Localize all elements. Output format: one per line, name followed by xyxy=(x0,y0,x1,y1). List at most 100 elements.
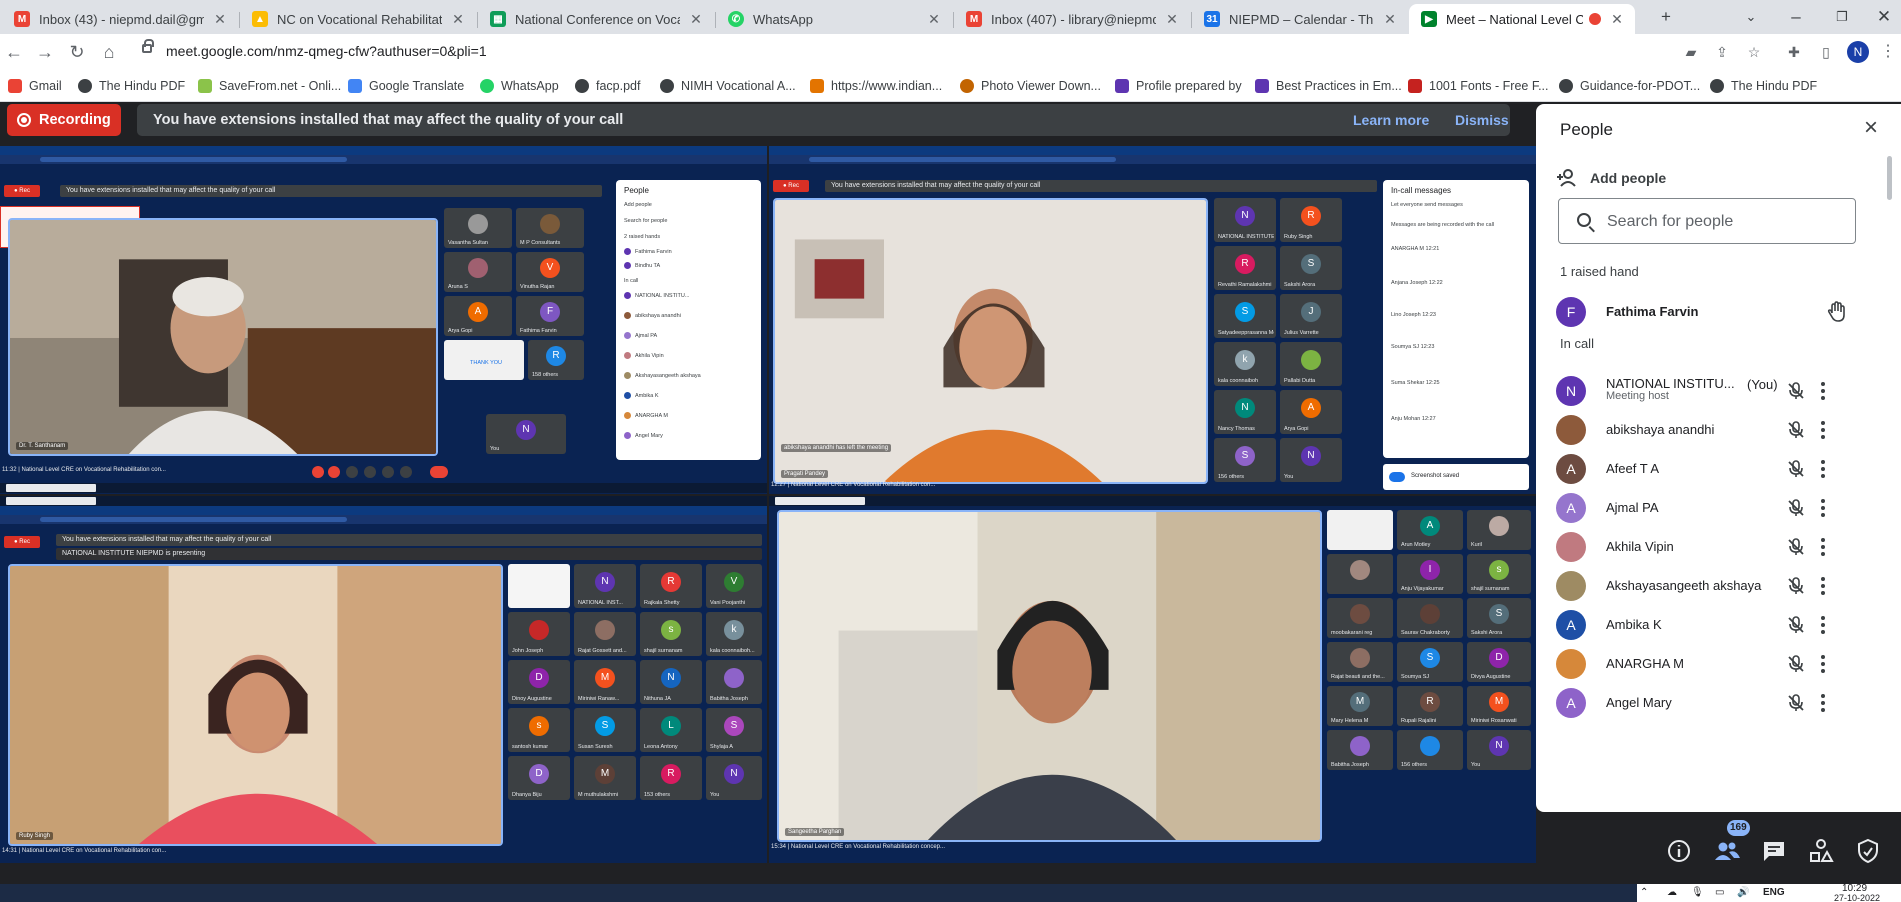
chat-icon[interactable] xyxy=(1759,836,1789,866)
side-panel-icon[interactable]: ▯ xyxy=(1816,42,1836,62)
minimize-button[interactable]: – xyxy=(1782,5,1810,29)
presentation-stage[interactable]: ● Rec You have extensions installed that… xyxy=(0,146,1536,863)
monitor-icon[interactable]: ▭ xyxy=(1715,887,1724,898)
participant-tile: Vasantha Sultan xyxy=(444,208,512,248)
speaker-icon[interactable]: 🔊 xyxy=(1737,887,1749,898)
bookmark-profile-prepared[interactable]: Profile prepared by xyxy=(1115,77,1242,95)
participant-tile: SSatyadeepprasanna Moh... xyxy=(1214,294,1276,338)
mic-off-icon[interactable] xyxy=(1786,615,1806,635)
mic-off-icon[interactable] xyxy=(1786,654,1806,674)
forward-button[interactable]: → xyxy=(31,38,59,66)
more-options-icon[interactable] xyxy=(1817,419,1829,441)
panel-scrollbar[interactable] xyxy=(1887,156,1892,200)
search-people-input[interactable] xyxy=(1607,210,1847,234)
bookmark-savefrom[interactable]: SaveFrom.net - Onli... xyxy=(198,77,341,95)
tab-gmail-inbox-407[interactable]: M Inbox (407) - library@niepmd.in ✕ xyxy=(954,4,1190,34)
learn-more-link[interactable]: Learn more xyxy=(1353,112,1429,128)
home-button[interactable]: ⌂ xyxy=(95,38,123,66)
raised-hand-person-row[interactable]: F Fathima Farvin xyxy=(1536,292,1901,331)
close-icon[interactable]: ✕ xyxy=(1609,11,1625,28)
bookmark-nimh[interactable]: NIMH Vocational A... xyxy=(660,77,796,95)
close-icon[interactable]: ✕ xyxy=(1164,11,1180,28)
more-options-icon[interactable] xyxy=(1817,536,1829,558)
participant-row[interactable]: ANARGHA M xyxy=(1536,644,1901,683)
mic-icon[interactable]: 🎙 xyxy=(1691,887,1704,898)
participant-row[interactable]: N NATIONAL INSTITU... (You) Meeting host xyxy=(1536,371,1901,410)
bookmark-photo-viewer[interactable]: Photo Viewer Down... xyxy=(960,77,1101,95)
tray-chevron-icon[interactable]: ⌃ xyxy=(1640,887,1648,898)
close-icon[interactable]: ✕ xyxy=(926,11,942,28)
mic-off-icon[interactable] xyxy=(1786,498,1806,518)
close-panel-button[interactable]: × xyxy=(1858,116,1884,142)
more-options-icon[interactable] xyxy=(1817,575,1829,597)
host-controls-icon[interactable] xyxy=(1853,836,1883,866)
dismiss-button[interactable]: Dismiss xyxy=(1455,112,1509,128)
bookmark-star-icon[interactable]: ☆ xyxy=(1744,42,1764,62)
participant-row[interactable]: A Angel Mary xyxy=(1536,683,1901,722)
close-icon[interactable]: ✕ xyxy=(450,11,466,28)
meeting-details-icon[interactable] xyxy=(1664,836,1694,866)
more-options-icon[interactable] xyxy=(1817,653,1829,675)
language-indicator[interactable]: ENG xyxy=(1763,887,1785,898)
activities-icon[interactable] xyxy=(1806,836,1836,866)
recording-badge[interactable]: Recording xyxy=(7,104,121,136)
participant-row[interactable]: A Ambika K xyxy=(1536,605,1901,644)
close-icon[interactable]: ✕ xyxy=(212,11,228,28)
more-options-icon[interactable] xyxy=(1817,692,1829,714)
bookmark-hindu-pdf-2[interactable]: The Hindu PDF xyxy=(1710,77,1817,95)
bookmark-1001-fonts[interactable]: 1001 Fonts - Free F... xyxy=(1408,77,1549,95)
more-options-icon[interactable] xyxy=(1817,497,1829,519)
menu-kebab-icon[interactable]: ⋮ xyxy=(1878,42,1898,62)
more-options-icon[interactable] xyxy=(1817,380,1829,402)
address-url[interactable]: meet.google.com/nmz-qmeg-cfw?authuser=0&… xyxy=(166,43,487,59)
share-icon[interactable]: ⇪ xyxy=(1712,42,1732,62)
camera-in-use-icon[interactable]: ▰ xyxy=(1681,42,1701,62)
reload-button[interactable]: ↻ xyxy=(63,38,91,66)
participant-row[interactable]: A Ajmal PA xyxy=(1536,488,1901,527)
tab-national-conference[interactable]: ▦ National Conference on Vocational ✕ xyxy=(478,4,714,34)
bookmark-guidance-pdot[interactable]: Guidance-for-PDOT... xyxy=(1559,77,1700,95)
mic-off-icon[interactable] xyxy=(1786,576,1806,596)
bookmark-facp[interactable]: facp.pdf xyxy=(575,77,640,95)
tab-gmail-inbox-43[interactable]: M Inbox (43) - niepmd.dail@gmail.c ✕ xyxy=(2,4,238,34)
participant-row[interactable]: Akshayasangeeth akshaya xyxy=(1536,566,1901,605)
participant-tile: A Arya Gopi xyxy=(444,296,512,336)
bookmark-best-practices[interactable]: Best Practices in Em... xyxy=(1255,77,1402,95)
mic-off-icon[interactable] xyxy=(1786,381,1806,401)
close-icon[interactable]: ✕ xyxy=(1382,11,1398,28)
tab-nc-vocational[interactable]: ▲ NC on Vocational Rehabilitation ✕ xyxy=(240,4,476,34)
participant-row[interactable]: Akhila Vipin xyxy=(1536,527,1901,566)
tab-meet-active[interactable]: ▶ Meet – National Level CRE ✕ xyxy=(1409,4,1635,34)
mic-off-icon[interactable] xyxy=(1786,537,1806,557)
bookmark-whatsapp[interactable]: WhatsApp xyxy=(480,77,559,95)
participant-row[interactable]: abikshaya anandhi xyxy=(1536,410,1901,449)
network-icon[interactable]: ☁ xyxy=(1667,887,1677,898)
clock-date[interactable]: 27-10-2022 xyxy=(1834,893,1880,902)
bookmark-gmail[interactable]: Gmail xyxy=(8,77,62,95)
close-icon[interactable]: ✕ xyxy=(688,11,704,28)
tab-search-icon[interactable]: ⌄ xyxy=(1737,5,1765,29)
bookmark-google-translate[interactable]: Google Translate xyxy=(348,77,464,95)
more-options-icon[interactable] xyxy=(1817,458,1829,480)
raised-hand-icon[interactable] xyxy=(1827,301,1847,323)
tab-whatsapp[interactable]: ✆ WhatsApp ✕ xyxy=(716,4,952,34)
window-close-button[interactable]: ✕ xyxy=(1870,5,1898,29)
profile-avatar[interactable]: N xyxy=(1847,41,1869,63)
mic-off-icon[interactable] xyxy=(1786,420,1806,440)
search-people-field[interactable] xyxy=(1558,198,1856,244)
new-tab-button[interactable]: + xyxy=(1652,5,1680,29)
bookmark-hindu-pdf[interactable]: The Hindu PDF xyxy=(78,77,185,95)
restore-button[interactable]: ❐ xyxy=(1828,5,1856,29)
mic-off-icon[interactable] xyxy=(1786,459,1806,479)
back-button[interactable]: ← xyxy=(0,38,28,66)
bookmark-indian[interactable]: https://www.indian... xyxy=(810,77,942,95)
participant-tile: k kala coonnaiboh xyxy=(1214,342,1276,386)
mic-off-icon[interactable] xyxy=(1786,693,1806,713)
participant-row[interactable]: A Afeef T A xyxy=(1536,449,1901,488)
extensions-icon[interactable]: ✚ xyxy=(1784,42,1804,62)
people-icon[interactable] xyxy=(1712,836,1742,866)
add-people-button[interactable]: Add people xyxy=(1556,164,1666,192)
tab-niepmd-calendar[interactable]: 31 NIEPMD – Calendar - Thursday, ✕ xyxy=(1192,4,1408,34)
more-options-icon[interactable] xyxy=(1817,614,1829,636)
address-bar[interactable]: meet.google.com/nmz-qmeg-cfw?authuser=0&… xyxy=(120,37,1765,66)
